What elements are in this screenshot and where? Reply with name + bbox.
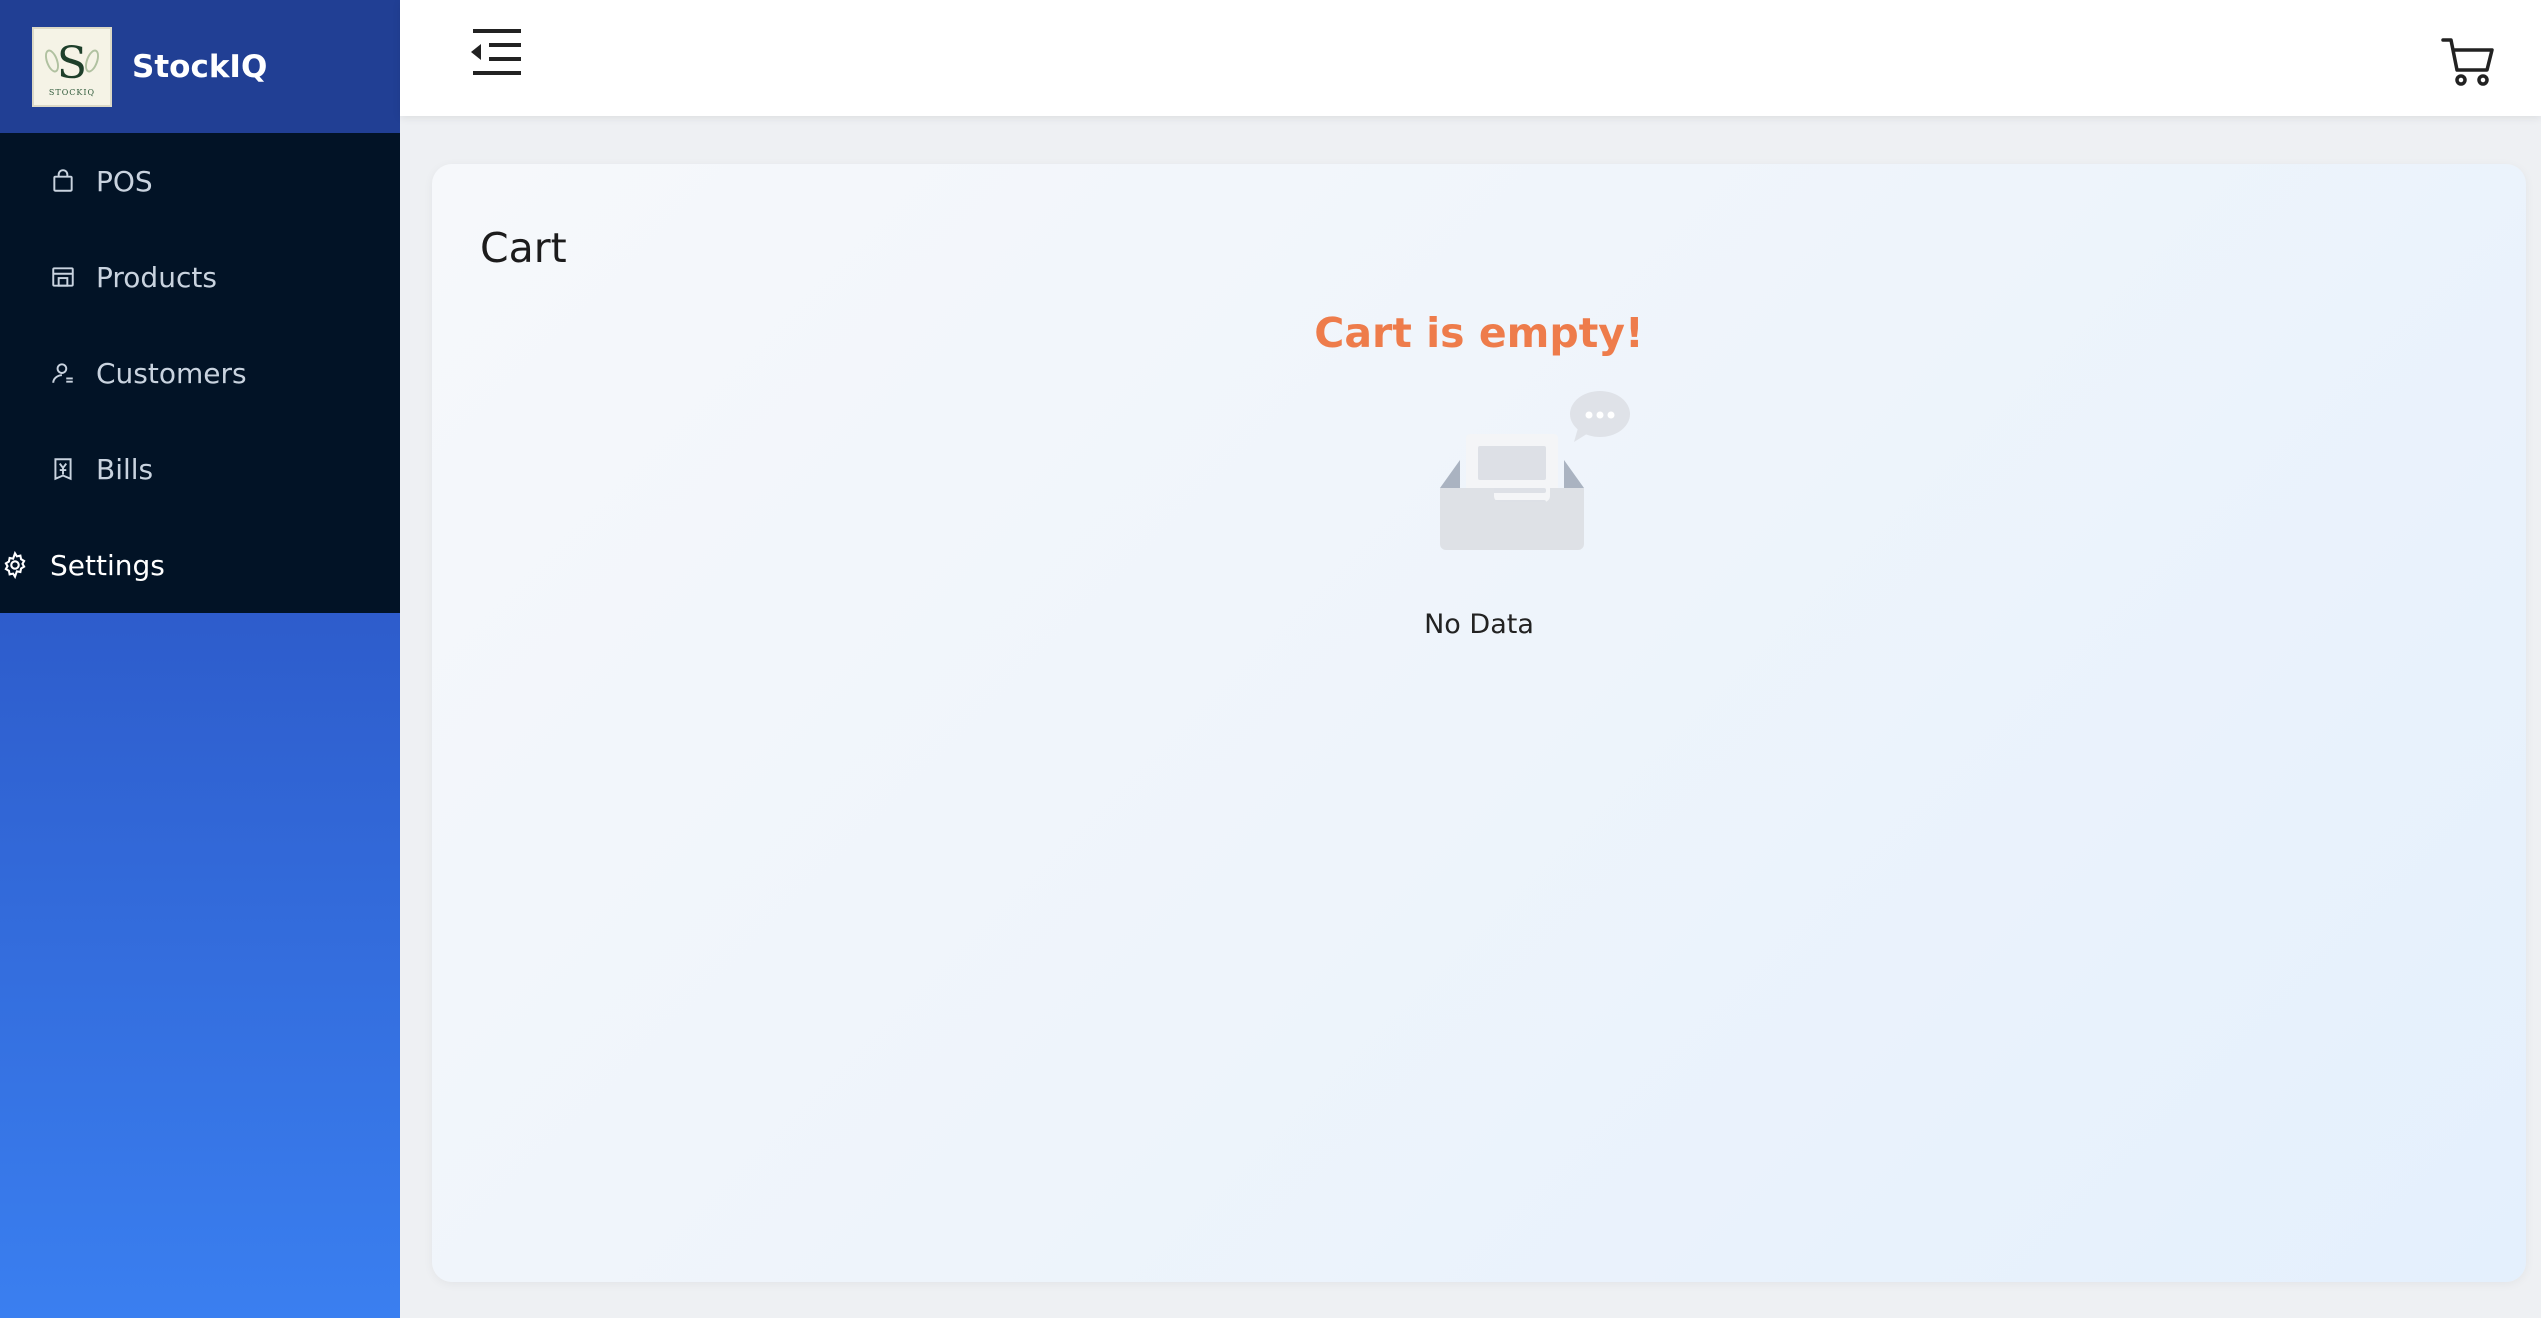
sidebar-item-label: POS [96, 164, 153, 198]
sidebar-menu: POS Products Customers Bills Settings [0, 133, 400, 613]
menu-fold-button[interactable] [465, 25, 525, 81]
user-icon [48, 358, 78, 388]
sidebar-item-label: Settings [50, 548, 165, 582]
cart-panel: Cart Cart is empty! No Data [432, 164, 2526, 1282]
gear-icon [0, 550, 30, 580]
sidebar-item-label: Bills [96, 452, 154, 486]
empty-data-text: No Data [1424, 609, 1534, 640]
sidebar-item-bills[interactable]: Bills [0, 421, 400, 517]
sidebar-item-products[interactable]: Products [0, 229, 400, 325]
logo-caption: STOCKIQ [48, 87, 96, 97]
app-title: StockIQ [132, 48, 268, 85]
sidebar-item-customers[interactable]: Customers [0, 325, 400, 421]
cart-button[interactable] [2439, 34, 2499, 90]
empty-inbox-icon [1440, 391, 1630, 550]
empty-cart-heading: Cart is empty! [1314, 309, 1644, 357]
sidebar-item-label: Customers [96, 356, 247, 390]
sidebar: S STOCKIQ StockIQ POS Products Customers… [0, 0, 400, 1318]
brand[interactable]: S STOCKIQ StockIQ [0, 0, 400, 133]
logo: S STOCKIQ [32, 26, 112, 107]
bill-icon [48, 454, 78, 484]
sidebar-item-label: Products [96, 260, 217, 294]
top-header [400, 0, 2541, 116]
shopping-bag-icon [48, 166, 78, 196]
cart-icon [2441, 38, 2494, 86]
sidebar-item-settings[interactable]: Settings [0, 517, 400, 613]
logo-letter: S [56, 37, 88, 89]
menu-fold-icon [471, 29, 521, 75]
page-title: Cart [480, 224, 567, 272]
store-icon [48, 262, 78, 292]
sidebar-item-pos[interactable]: POS [0, 133, 400, 229]
